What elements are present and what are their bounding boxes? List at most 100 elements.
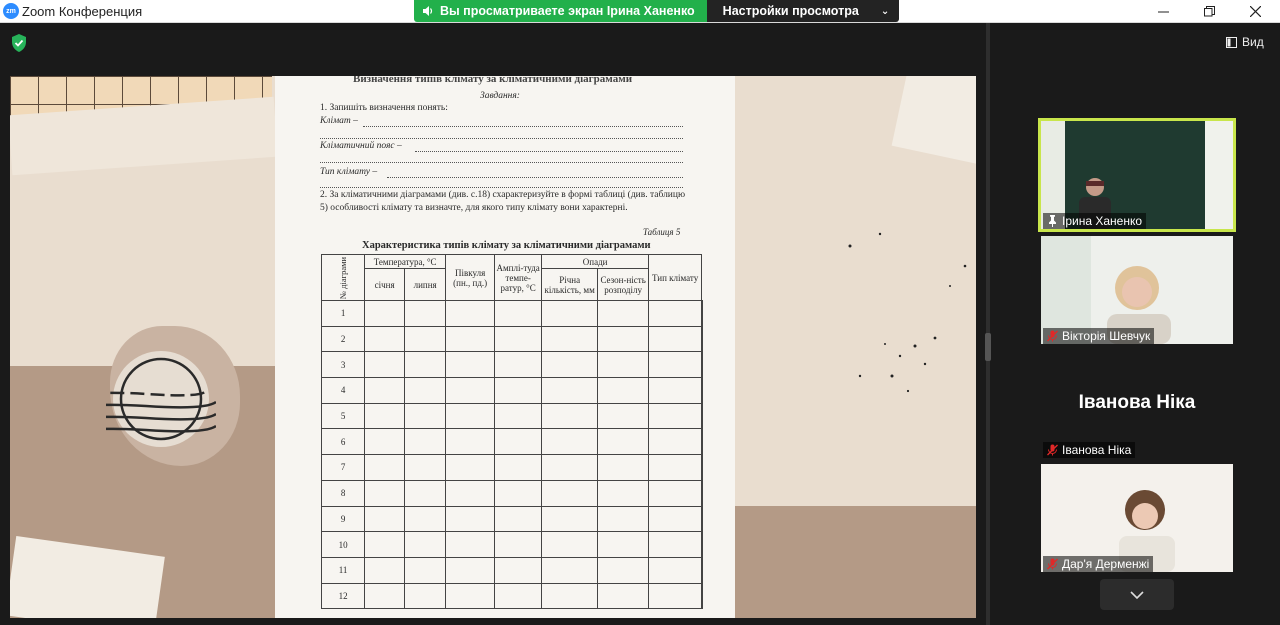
answer-line	[320, 187, 683, 188]
climate-characteristics-table: № діаграми Температура, °С Півкуля (пн.,…	[320, 254, 704, 610]
table-cell	[648, 300, 703, 327]
mic-off-icon	[1047, 558, 1058, 570]
table-cell	[597, 325, 650, 353]
minimize-icon	[1157, 11, 1169, 13]
table-row-number: 8	[320, 479, 366, 507]
table-cell	[445, 582, 496, 610]
table-cell	[648, 325, 703, 353]
table-cell	[597, 428, 650, 456]
table-cell	[648, 582, 703, 610]
view-settings-button[interactable]: Настройки просмотра ⌄	[706, 0, 900, 22]
answer-line	[363, 126, 683, 127]
decor-kraft-paper-right	[734, 506, 976, 618]
participant-tile-iryna[interactable]: Ірина Ханенко	[1038, 118, 1236, 232]
table-row: 4	[320, 377, 704, 404]
table-cell	[597, 556, 650, 584]
participant-name-tag: Ірина Ханенко	[1043, 213, 1147, 229]
minimize-button[interactable]	[1140, 0, 1186, 23]
mic-off-icon	[1047, 444, 1058, 456]
table-cell	[597, 582, 650, 610]
table-row: 3	[320, 351, 704, 379]
table-cell	[494, 428, 543, 456]
table-cell	[648, 505, 703, 533]
table-cell	[445, 428, 496, 456]
table-cell	[445, 556, 496, 584]
close-button[interactable]	[1232, 0, 1278, 23]
table-cell	[541, 454, 599, 481]
worksheet-term-climate-type: Тип клімату –	[320, 167, 378, 177]
table-cell	[364, 325, 406, 353]
table-cell	[597, 505, 650, 533]
participant-name: Іванова Ніка	[1062, 443, 1132, 457]
table-cell	[701, 325, 704, 353]
participant-tile-daria[interactable]: Дар'я Дерменжі	[1041, 464, 1233, 572]
table-cell	[541, 582, 599, 610]
view-button[interactable]: Вид	[1226, 35, 1264, 49]
table-header-climate-type: Тип клімату	[648, 254, 703, 301]
zoom-logo-icon: zm	[3, 3, 19, 19]
chevron-down-icon	[1130, 590, 1144, 599]
table-row: 1	[320, 300, 704, 327]
encryption-shield-icon[interactable]	[11, 34, 27, 52]
table-cell	[597, 402, 650, 430]
table-cell	[404, 300, 447, 327]
table-cell	[445, 531, 496, 558]
view-layout-icon	[1226, 36, 1237, 48]
table-cell	[445, 325, 496, 353]
table-row: 6	[320, 428, 704, 456]
table-cell	[494, 505, 543, 533]
table-cell	[364, 377, 406, 404]
restore-button[interactable]	[1186, 0, 1232, 23]
viewing-screen-indicator: Вы просматриваете экран Ірина Ханенко	[414, 0, 707, 22]
table-row: 12	[320, 582, 704, 610]
table-cell	[494, 325, 543, 353]
table-cell	[445, 479, 496, 507]
table-cell	[701, 351, 704, 379]
splitter-handle[interactable]	[985, 333, 991, 361]
gallery-scroll-down-button[interactable]	[1100, 579, 1174, 610]
table-row: 7	[320, 454, 704, 481]
participant-tile-viktoriia[interactable]: Вікторія Шевчук	[1041, 236, 1233, 344]
table-cell	[541, 479, 599, 507]
table-cell	[494, 300, 543, 327]
table-row-number: 3	[320, 351, 366, 379]
table-header-temperature: Температура, °С	[364, 254, 447, 269]
table-cell	[494, 479, 543, 507]
table-cell	[541, 428, 599, 456]
table-header-amplitude: Амплі-туда темпе-ратур, °С	[494, 254, 543, 301]
table-header-precipitation: Опади	[541, 254, 650, 269]
table-cell	[404, 351, 447, 379]
table-cell	[494, 454, 543, 481]
worksheet-task2: 2. За кліматичними діаграмами (див. с.18…	[320, 190, 686, 213]
table-cell	[494, 402, 543, 430]
table-header-january: січня	[364, 268, 406, 301]
worksheet-table-caption: Характеристика типів клімату за кліматич…	[362, 240, 651, 251]
participant-name: Дар'я Дерменжі	[1062, 557, 1150, 571]
table-cell	[404, 402, 447, 430]
table-cell	[648, 556, 703, 584]
table-cell	[494, 531, 543, 558]
table-cell	[364, 402, 406, 430]
restore-icon	[1203, 6, 1215, 17]
table-cell	[648, 428, 703, 456]
table-cell	[597, 531, 650, 558]
table-header-july: липня	[404, 268, 447, 301]
table-cell	[597, 454, 650, 481]
chevron-down-icon: ⌄	[880, 5, 890, 17]
table-cell	[541, 556, 599, 584]
close-icon	[1249, 6, 1261, 17]
viewing-screen-text: Вы просматриваете экран Ірина Ханенко	[440, 4, 695, 18]
table-cell	[701, 428, 704, 456]
answer-line	[415, 151, 683, 152]
table-cell	[541, 531, 599, 558]
table-cell	[494, 582, 543, 610]
table-row-number: 9	[320, 505, 366, 533]
table-cell	[494, 377, 543, 404]
participant-tile-nika[interactable]: Іванова Ніка Іванова Ніка	[1041, 350, 1233, 458]
table-cell	[701, 505, 704, 533]
table-cell	[445, 300, 496, 327]
table-cell	[404, 428, 447, 456]
panel-splitter[interactable]	[986, 23, 990, 625]
answer-line	[387, 177, 683, 178]
table-cell	[404, 505, 447, 533]
